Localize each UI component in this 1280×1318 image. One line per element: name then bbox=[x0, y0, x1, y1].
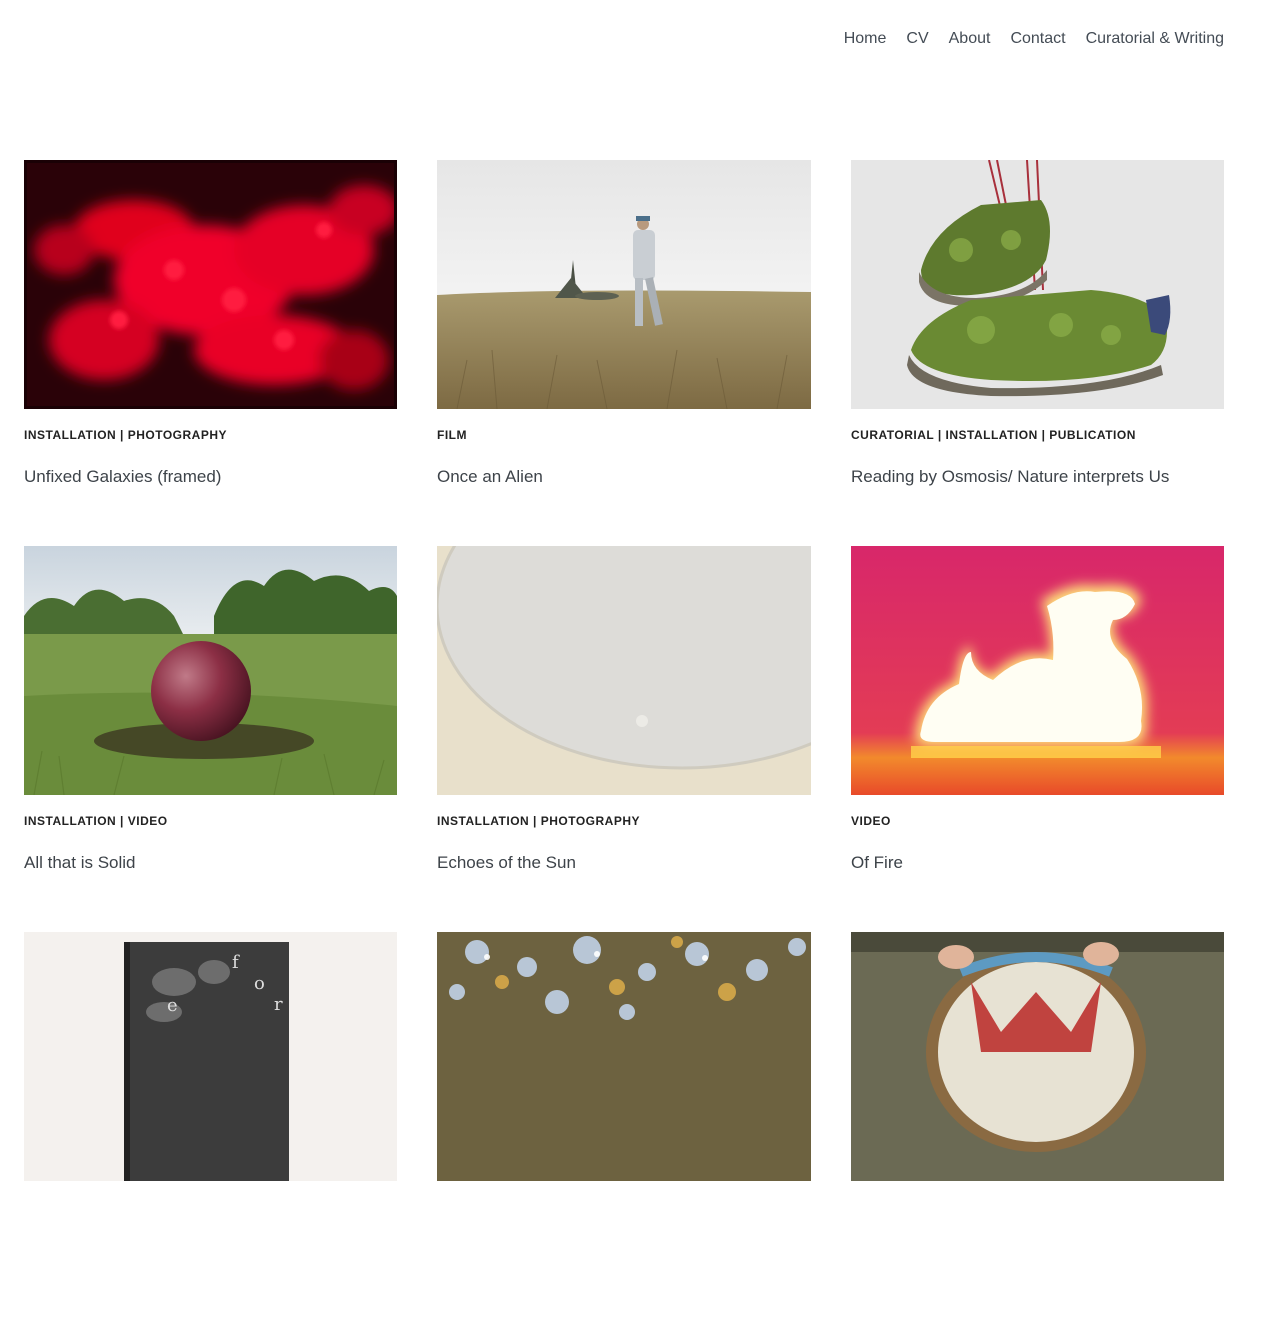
project-card[interactable] bbox=[437, 932, 811, 1318]
book-letter-o: o bbox=[254, 973, 265, 994]
project-card[interactable]: FILM Once an Alien bbox=[437, 160, 811, 546]
nav-about[interactable]: About bbox=[949, 28, 991, 50]
project-title[interactable]: Of Fire bbox=[851, 853, 1224, 873]
project-card[interactable]: f o r e bbox=[24, 932, 397, 1318]
project-categories: INSTALLATION | VIDEO bbox=[24, 814, 168, 828]
project-card[interactable] bbox=[851, 932, 1224, 1318]
project-categories: INSTALLATION | PHOTOGRAPHY bbox=[24, 428, 228, 442]
project-title[interactable]: Unfixed Galaxies (framed) bbox=[24, 467, 397, 487]
nav-home[interactable]: Home bbox=[844, 28, 887, 50]
project-card[interactable]: INSTALLATION | PHOTOGRAPHY Echoes of the… bbox=[437, 546, 811, 932]
nav-contact[interactable]: Contact bbox=[1010, 28, 1065, 50]
project-card[interactable]: INSTALLATION | PHOTOGRAPHY Unfixed Galax… bbox=[24, 160, 397, 546]
project-categories bbox=[851, 1200, 1224, 1214]
project-grid: INSTALLATION | PHOTOGRAPHY Unfixed Galax… bbox=[24, 160, 1224, 1318]
project-title[interactable]: Echoes of the Sun bbox=[437, 853, 811, 873]
project-thumbnail-drum[interactable] bbox=[851, 932, 1224, 1181]
book-letter-e: e bbox=[167, 995, 178, 1016]
project-card[interactable]: CURATORIAL | INSTALLATION | PUBLICATION … bbox=[851, 160, 1224, 546]
project-categories bbox=[24, 1200, 397, 1214]
project-thumbnail-foggy-field[interactable] bbox=[437, 160, 811, 409]
project-title[interactable]: Once an Alien bbox=[437, 467, 811, 487]
project-card[interactable]: VIDEO Of Fire bbox=[851, 546, 1224, 932]
project-thumbnail-book[interactable]: f o r e bbox=[24, 932, 397, 1181]
project-categories: VIDEO bbox=[851, 814, 891, 828]
project-title[interactable]: Reading by Osmosis/ Nature interprets Us bbox=[851, 467, 1224, 487]
project-thumbnail-glitter[interactable] bbox=[437, 932, 811, 1181]
project-categories: FILM bbox=[437, 428, 467, 442]
project-categories: INSTALLATION | PHOTOGRAPHY bbox=[437, 814, 641, 828]
project-thumbnail-moss-shoes[interactable] bbox=[851, 160, 1224, 409]
project-thumbnail-pale-disc[interactable] bbox=[437, 546, 811, 795]
project-thumbnail-sphere-meadow[interactable] bbox=[24, 546, 397, 795]
project-thumbnail-fire-dragon[interactable] bbox=[851, 546, 1224, 795]
project-categories bbox=[437, 1200, 811, 1214]
project-title[interactable]: All that is Solid bbox=[24, 853, 397, 873]
main-nav: Home CV About Contact Curatorial & Writi… bbox=[844, 28, 1224, 50]
project-thumbnail-red-galaxies[interactable] bbox=[24, 160, 397, 409]
project-categories: CURATORIAL | INSTALLATION | PUBLICATION bbox=[851, 428, 1136, 442]
nav-cv[interactable]: CV bbox=[906, 28, 928, 50]
nav-curatorial-writing[interactable]: Curatorial & Writing bbox=[1086, 28, 1224, 50]
project-card[interactable]: INSTALLATION | VIDEO All that is Solid bbox=[24, 546, 397, 932]
book-letter-r: r bbox=[274, 994, 283, 1015]
